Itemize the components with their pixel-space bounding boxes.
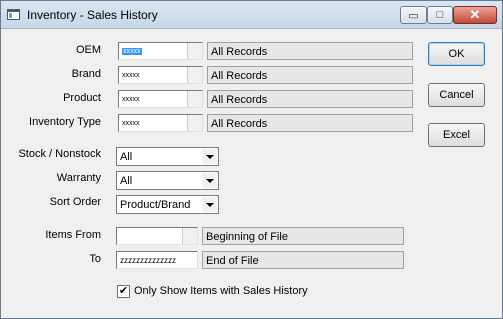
- inventory-type-code-value: xxxxx: [122, 120, 140, 127]
- sales-history-checkbox-label[interactable]: Only Show Items with Sales History: [134, 285, 374, 297]
- items-to-field[interactable]: zzzzzzzzzzzzzz: [116, 251, 198, 269]
- sort-order-select[interactable]: Product/Brand: [116, 195, 219, 214]
- sales-history-checkbox[interactable]: ✔: [117, 285, 130, 298]
- items-from-field[interactable]: [116, 227, 198, 245]
- brand-label: Brand: [71, 68, 101, 80]
- warranty-select[interactable]: All: [116, 171, 219, 190]
- oem-code-value: xxxxx: [122, 48, 142, 55]
- dialog-window: Inventory - Sales History ▭ □ ✕ OEM xxxx…: [0, 0, 503, 319]
- product-label: Product: [63, 92, 101, 104]
- brand-lookup-button[interactable]: [187, 67, 202, 83]
- chevron-down-icon[interactable]: [202, 173, 217, 188]
- stock-nonstock-label: Stock / Nonstock: [18, 148, 101, 160]
- product-description: All Records: [207, 90, 413, 108]
- inventory-type-lookup-button[interactable]: [187, 115, 202, 131]
- items-from-label: Items From: [45, 229, 101, 241]
- product-code-value: xxxxx: [122, 96, 140, 103]
- warranty-label: Warranty: [56, 172, 101, 184]
- items-to-label: To: [89, 253, 101, 265]
- window-title: Inventory - Sales History: [27, 8, 158, 22]
- ok-button[interactable]: OK: [428, 42, 485, 66]
- title-bar[interactable]: Inventory - Sales History ▭ □ ✕: [1, 1, 502, 29]
- inventory-type-label: Inventory Type: [29, 116, 101, 128]
- oem-description: All Records: [207, 42, 413, 60]
- items-from-description: Beginning of File: [202, 227, 404, 245]
- items-from-lookup-button[interactable]: [182, 228, 197, 244]
- items-to-description: End of File: [202, 251, 404, 269]
- inventory-type-code-field[interactable]: xxxxx: [118, 114, 203, 132]
- excel-button[interactable]: Excel: [428, 123, 485, 147]
- inventory-type-description: All Records: [207, 114, 413, 132]
- brand-code-field[interactable]: xxxxx: [118, 66, 203, 84]
- chevron-down-icon[interactable]: [202, 149, 217, 164]
- items-to-value: zzzzzzzzzzzzzz: [120, 256, 176, 265]
- oem-label: OEM: [75, 44, 101, 56]
- warranty-value: All: [120, 175, 133, 187]
- sort-order-value: Product/Brand: [120, 199, 191, 211]
- stock-nonstock-value: All: [120, 151, 133, 163]
- product-lookup-button[interactable]: [187, 91, 202, 107]
- app-window-icon: [7, 9, 20, 20]
- brand-code-value: xxxxx: [122, 72, 140, 79]
- brand-description: All Records: [207, 66, 413, 84]
- sort-order-label: Sort Order: [49, 196, 101, 208]
- close-button[interactable]: ✕: [453, 6, 497, 24]
- oem-code-field[interactable]: xxxxx: [118, 42, 203, 60]
- maximize-button[interactable]: □: [427, 6, 453, 24]
- cancel-button[interactable]: Cancel: [428, 83, 485, 107]
- oem-lookup-button[interactable]: [187, 43, 202, 59]
- chevron-down-icon[interactable]: [202, 197, 217, 212]
- minimize-button[interactable]: ▭: [400, 6, 427, 24]
- product-code-field[interactable]: xxxxx: [118, 90, 203, 108]
- stock-nonstock-select[interactable]: All: [116, 147, 219, 166]
